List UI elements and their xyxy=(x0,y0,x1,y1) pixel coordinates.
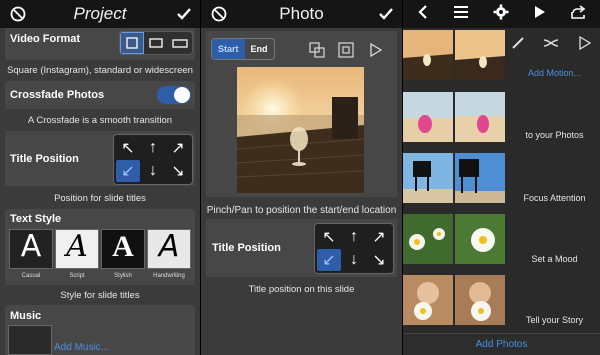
slide-row: to your Photos xyxy=(403,90,600,151)
format-standard-button[interactable] xyxy=(144,32,168,54)
motion-icon[interactable] xyxy=(543,36,559,55)
title-position-caption: Position for slide titles xyxy=(54,193,146,204)
slide-row: Focus Attention xyxy=(403,151,600,212)
menu-icon[interactable] xyxy=(453,5,469,24)
slide-row-caption: Focus Attention xyxy=(523,193,586,203)
crossfade-toggle[interactable] xyxy=(157,86,191,104)
photo-topbar: Photo xyxy=(201,0,402,28)
slide-position-bottom-right-button[interactable]: ↘ xyxy=(367,249,391,271)
title-position-grid: ↖ ↑ ↗ ↙ ↓ ↘ xyxy=(113,134,193,185)
gear-icon[interactable] xyxy=(493,4,509,25)
title-position-section: Title Position ↖ ↑ ↗ ↙ ↓ ↘ xyxy=(5,131,195,186)
slides-topbar xyxy=(403,0,600,28)
slide-position-top-left-button[interactable]: ↖ xyxy=(317,226,341,248)
slide-row: Add Motion... xyxy=(403,28,600,89)
crossfade-caption: A Crossfade is a smooth transition xyxy=(27,115,173,126)
start-end-selector: Start End xyxy=(211,38,275,60)
cancel-icon[interactable] xyxy=(10,6,26,27)
slide-row-caption: Tell your Story xyxy=(525,315,584,325)
video-format-section: Video Format xyxy=(5,28,195,60)
style-handwriting-label: Handwriting xyxy=(153,273,185,279)
video-format-label: Video Format xyxy=(10,33,81,45)
slide-row-caption: to your Photos xyxy=(525,130,584,140)
slide-thumbnail[interactable] xyxy=(403,214,453,264)
position-top-right-button[interactable]: ↗ xyxy=(166,137,190,159)
add-photos-bar: Add Photos xyxy=(403,333,600,355)
position-bottom-left-button[interactable]: ↙ xyxy=(116,160,140,182)
slide-row: Set a Mood xyxy=(403,212,600,273)
project-topbar: Project xyxy=(0,0,200,28)
add-motion-link[interactable]: Add Motion... xyxy=(509,68,600,78)
preview-play-icon[interactable] xyxy=(579,35,592,55)
add-photos-button[interactable]: Add Photos xyxy=(476,339,528,350)
music-artwork[interactable] xyxy=(8,325,52,355)
style-script-label: Script xyxy=(69,273,85,279)
video-format-caption: Square (Instagram), standard or widescre… xyxy=(7,65,193,76)
title-position-label: Title Position xyxy=(10,153,79,165)
slide-thumbnail[interactable] xyxy=(403,30,453,80)
style-stylish-label: Stylish xyxy=(114,273,132,279)
slide-thumbnail[interactable] xyxy=(455,214,505,264)
slide-title-position-section: Title Position ↖ ↑ ↗ ↙ ↓ ↘ xyxy=(206,219,397,277)
cancel-icon[interactable] xyxy=(211,6,227,27)
fit-frame-icon[interactable] xyxy=(309,42,325,63)
position-top-left-button[interactable]: ↖ xyxy=(116,137,140,159)
music-label: Music xyxy=(10,310,42,322)
photo-preview[interactable] xyxy=(237,67,364,193)
video-format-selector xyxy=(119,31,193,55)
pinch-pan-caption: Pinch/Pan to position the start/end loca… xyxy=(206,205,397,216)
add-music-link[interactable]: Add Music... xyxy=(54,342,109,353)
slide-title-position-grid: ↖ ↑ ↗ ↙ ↓ ↘ xyxy=(314,223,394,274)
slide-thumbnail[interactable] xyxy=(455,153,505,203)
text-style-label: Text Style xyxy=(10,213,62,225)
slide-thumbnail[interactable] xyxy=(403,153,453,203)
slide-position-top-right-button[interactable]: ↗ xyxy=(367,226,391,248)
slide-thumbnail[interactable] xyxy=(455,275,505,325)
style-handwriting-tile[interactable]: A Handwriting xyxy=(147,229,191,279)
checkmark-icon[interactable] xyxy=(378,6,394,27)
back-chevron-icon[interactable] xyxy=(417,4,429,25)
slide-position-bottom-button[interactable]: ↓ xyxy=(342,249,366,271)
crossfade-label: Crossfade Photos xyxy=(10,89,105,101)
slide-thumbnail[interactable] xyxy=(403,92,453,142)
position-bottom-right-button[interactable]: ↘ xyxy=(166,160,190,182)
slides-panel: Add Motion... to your Photos Focus Atten… xyxy=(403,0,600,355)
share-icon[interactable] xyxy=(570,4,586,25)
text-style-caption: Style for slide titles xyxy=(60,290,140,301)
slide-thumbnail[interactable] xyxy=(403,275,453,325)
position-top-button[interactable]: ↑ xyxy=(141,137,165,159)
project-panel: Project Video Format Square (Instagram),… xyxy=(0,0,200,355)
style-casual-tile[interactable]: A Casual xyxy=(9,229,53,279)
position-bottom-button[interactable]: ↓ xyxy=(141,160,165,182)
fill-frame-icon[interactable] xyxy=(338,42,354,63)
format-square-button[interactable] xyxy=(120,32,144,54)
project-title: Project xyxy=(73,4,127,23)
edit-pencil-icon[interactable] xyxy=(511,36,525,55)
start-button[interactable]: Start xyxy=(212,39,245,59)
text-style-options: A Casual A Script A Stylish A Handwritin… xyxy=(9,229,191,279)
play-preview-icon[interactable] xyxy=(370,42,383,62)
slide-title-position-caption: Title position on this slide xyxy=(248,284,355,295)
style-stylish-tile[interactable]: A Stylish xyxy=(101,229,145,279)
format-widescreen-button[interactable] xyxy=(168,32,192,54)
slide-title-position-label: Title Position xyxy=(212,242,281,254)
end-button[interactable]: End xyxy=(245,39,274,59)
play-icon[interactable] xyxy=(534,5,546,24)
style-script-tile[interactable]: A Script xyxy=(55,229,99,279)
slide-thumbnail[interactable] xyxy=(455,92,505,142)
crossfade-section: Crossfade Photos xyxy=(5,81,195,109)
music-section: Music Add Music... xyxy=(5,305,195,355)
slide-position-bottom-left-button[interactable]: ↙ xyxy=(317,249,341,271)
photo-title: Photo xyxy=(279,4,324,23)
slide-row-caption: Set a Mood xyxy=(531,254,578,264)
style-casual-label: Casual xyxy=(21,273,41,279)
slide-position-top-button[interactable]: ↑ xyxy=(342,226,366,248)
slide-row: Tell your Story xyxy=(403,273,600,334)
slide-thumbnail[interactable] xyxy=(455,30,505,80)
checkmark-icon[interactable] xyxy=(176,6,192,27)
